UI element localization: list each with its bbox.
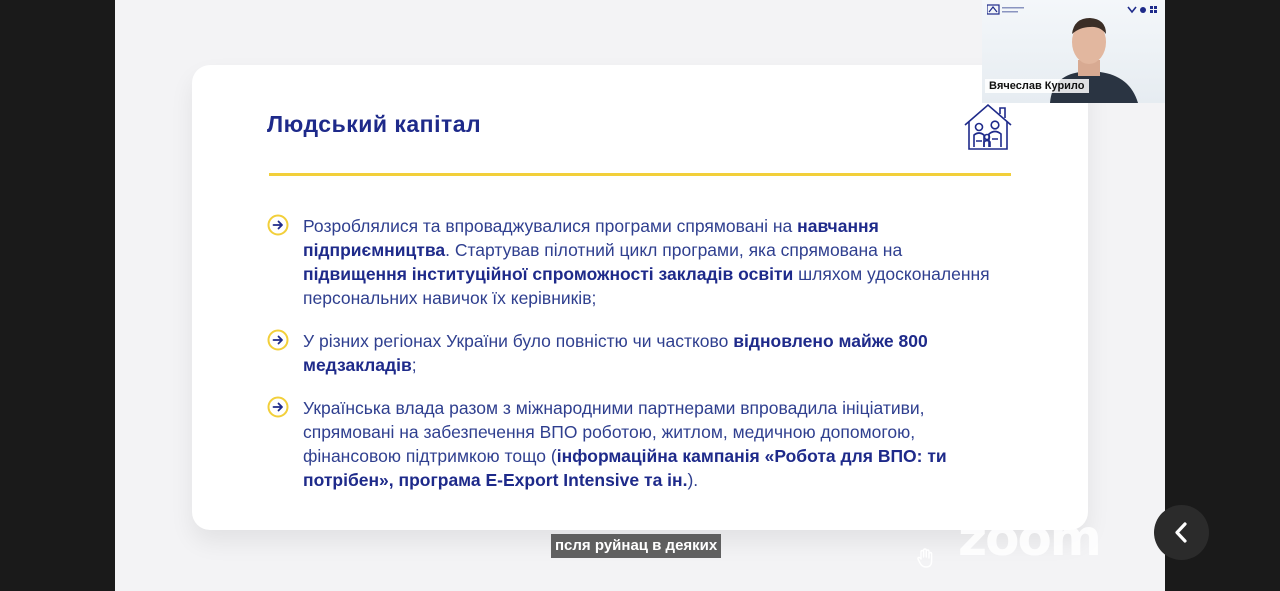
- participant-name: Вячеслав Курило: [985, 79, 1089, 93]
- org-logo: [987, 4, 1024, 15]
- back-button[interactable]: [1154, 505, 1209, 560]
- arrow-right-circle-icon: [267, 214, 289, 236]
- zoom-watermark: zoom: [958, 509, 1102, 567]
- live-caption: псля руйнац в деяких: [551, 534, 722, 558]
- slide-card: Людський капітал Розроблялися та впровад…: [192, 65, 1088, 530]
- bullet-text-3: Українська влада разом з міжнародними па…: [303, 398, 947, 490]
- participant-video-tile[interactable]: Вячеслав Курило: [982, 0, 1165, 103]
- bullet-text-1: Розроблялися та впроваджувалися програми…: [303, 216, 990, 308]
- arrow-right-circle-icon: [267, 329, 289, 351]
- family-house-icon: [964, 103, 1012, 150]
- chevron-left-icon: [1175, 522, 1187, 543]
- slide-title: Людський капітал: [267, 111, 482, 137]
- bullet-text-2: У різних регіонах України було повністю …: [303, 331, 928, 375]
- raise-hand-icon[interactable]: [915, 547, 937, 569]
- title-divider: [269, 173, 1011, 176]
- arrow-right-circle-icon: [267, 396, 289, 418]
